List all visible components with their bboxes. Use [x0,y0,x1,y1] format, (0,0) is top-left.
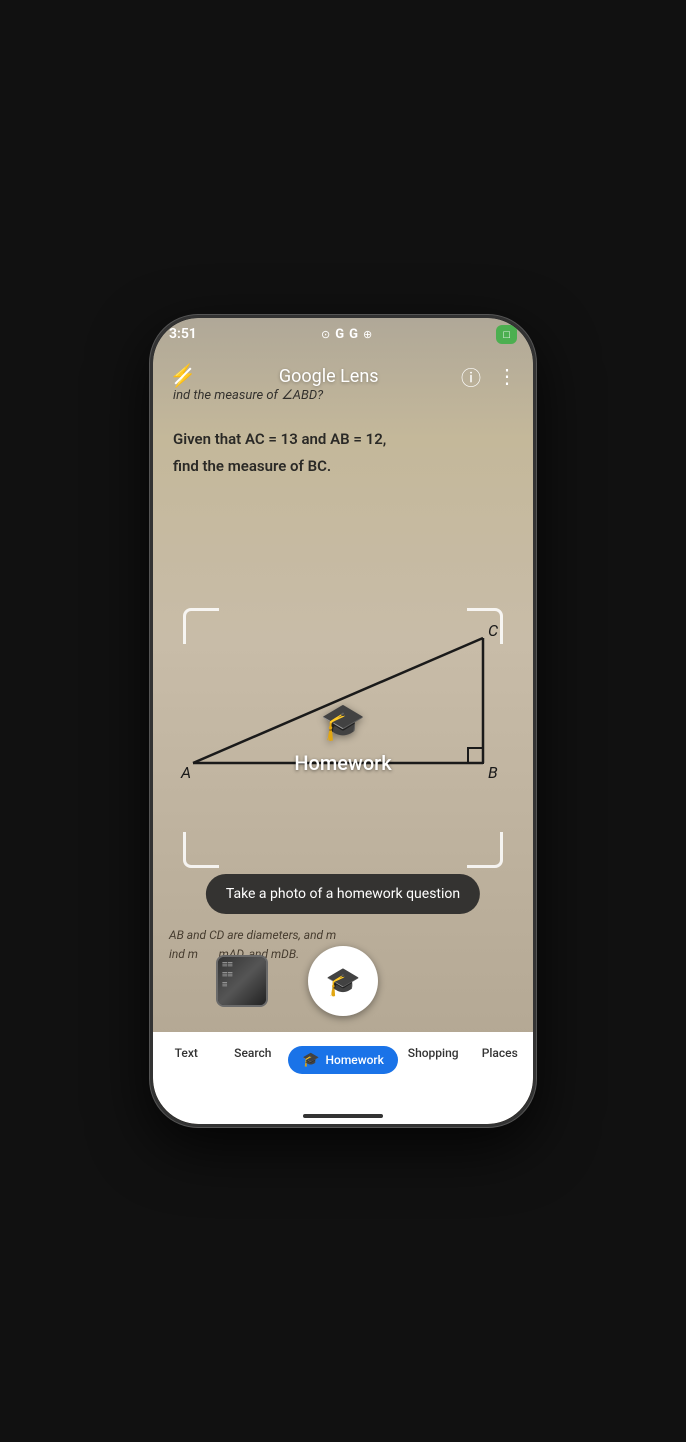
info-icon[interactable]: ⓘ [461,362,481,391]
g-icon-2: G [349,327,358,342]
lens-text: Lens [340,366,378,387]
status-bar: 3:51 ⊙ G G ⊕ □ [153,318,533,350]
google-text: Google [279,366,336,387]
svg-text:B: B [488,763,498,782]
tab-homework[interactable]: 🎓 Homework [286,1042,400,1078]
math-line-2: Given that AC = 13 and AB = 12, [173,428,513,451]
math-line-3: find the measure of BC. [173,455,513,478]
triangle-diagram: A B C [153,578,533,798]
ball-icon: ⊕ [363,328,372,341]
tab-text-label: Text [175,1046,198,1060]
tab-homework-label: Homework [326,1053,384,1067]
svg-text:C: C [488,621,498,640]
flash-icon[interactable]: ⚡ [169,364,196,389]
g-icon-1: G [335,327,344,342]
shutter-area: ≡≡≡≡≡ 🎓 [153,946,533,1016]
tab-homework-icon: 🎓 [302,1052,319,1068]
battery-badge: □ [496,325,517,344]
phone-frame: ind the measure of ∠ABD? Given that AC =… [150,315,536,1127]
more-icon[interactable]: ⋮ [497,364,517,388]
shutter-homework-icon: 🎓 [326,965,361,998]
thumbnail-image: ≡≡≡≡≡ [218,957,266,1005]
tab-places[interactable]: Places [466,1042,533,1064]
home-indicator [303,1114,383,1118]
recent-photo-thumbnail[interactable]: ≡≡≡≡≡ [216,955,268,1007]
svg-text:A: A [180,763,191,782]
battery-icon: □ [503,328,510,341]
status-right: □ [496,325,517,344]
toolbar-title: Google Lens [279,366,379,387]
shutter-spacer [418,955,470,1007]
tab-places-label: Places [482,1046,518,1060]
bottom-tabs: Text Search 🎓 Homework Shopping Places [153,1032,533,1124]
tab-shopping-label: Shopping [408,1046,459,1060]
status-icons: ⊙ G G ⊕ [321,327,372,342]
tab-shopping[interactable]: Shopping [400,1042,467,1064]
phone-screen: ind the measure of ∠ABD? Given that AC =… [153,318,533,1124]
hint-bubble: Take a photo of a homework question [206,874,480,914]
status-time: 3:51 [169,326,197,342]
thumbnail-text: ≡≡≡≡≡ [222,961,233,991]
toolbar: ⚡ Google Lens ⓘ ⋮ [153,350,533,402]
screen-record-icon: ⊙ [321,328,330,341]
hint-text: Take a photo of a homework question [226,886,460,902]
tab-search-label: Search [234,1046,271,1060]
shutter-button[interactable]: 🎓 [308,946,378,1016]
math-bottom-line-1: AB and CD are diameters, and m [169,926,517,945]
tab-text[interactable]: Text [153,1042,220,1064]
tab-homework-pill: 🎓 Homework [288,1046,398,1074]
tab-search[interactable]: Search [220,1042,287,1064]
toolbar-right-icons: ⓘ ⋮ [461,362,517,391]
